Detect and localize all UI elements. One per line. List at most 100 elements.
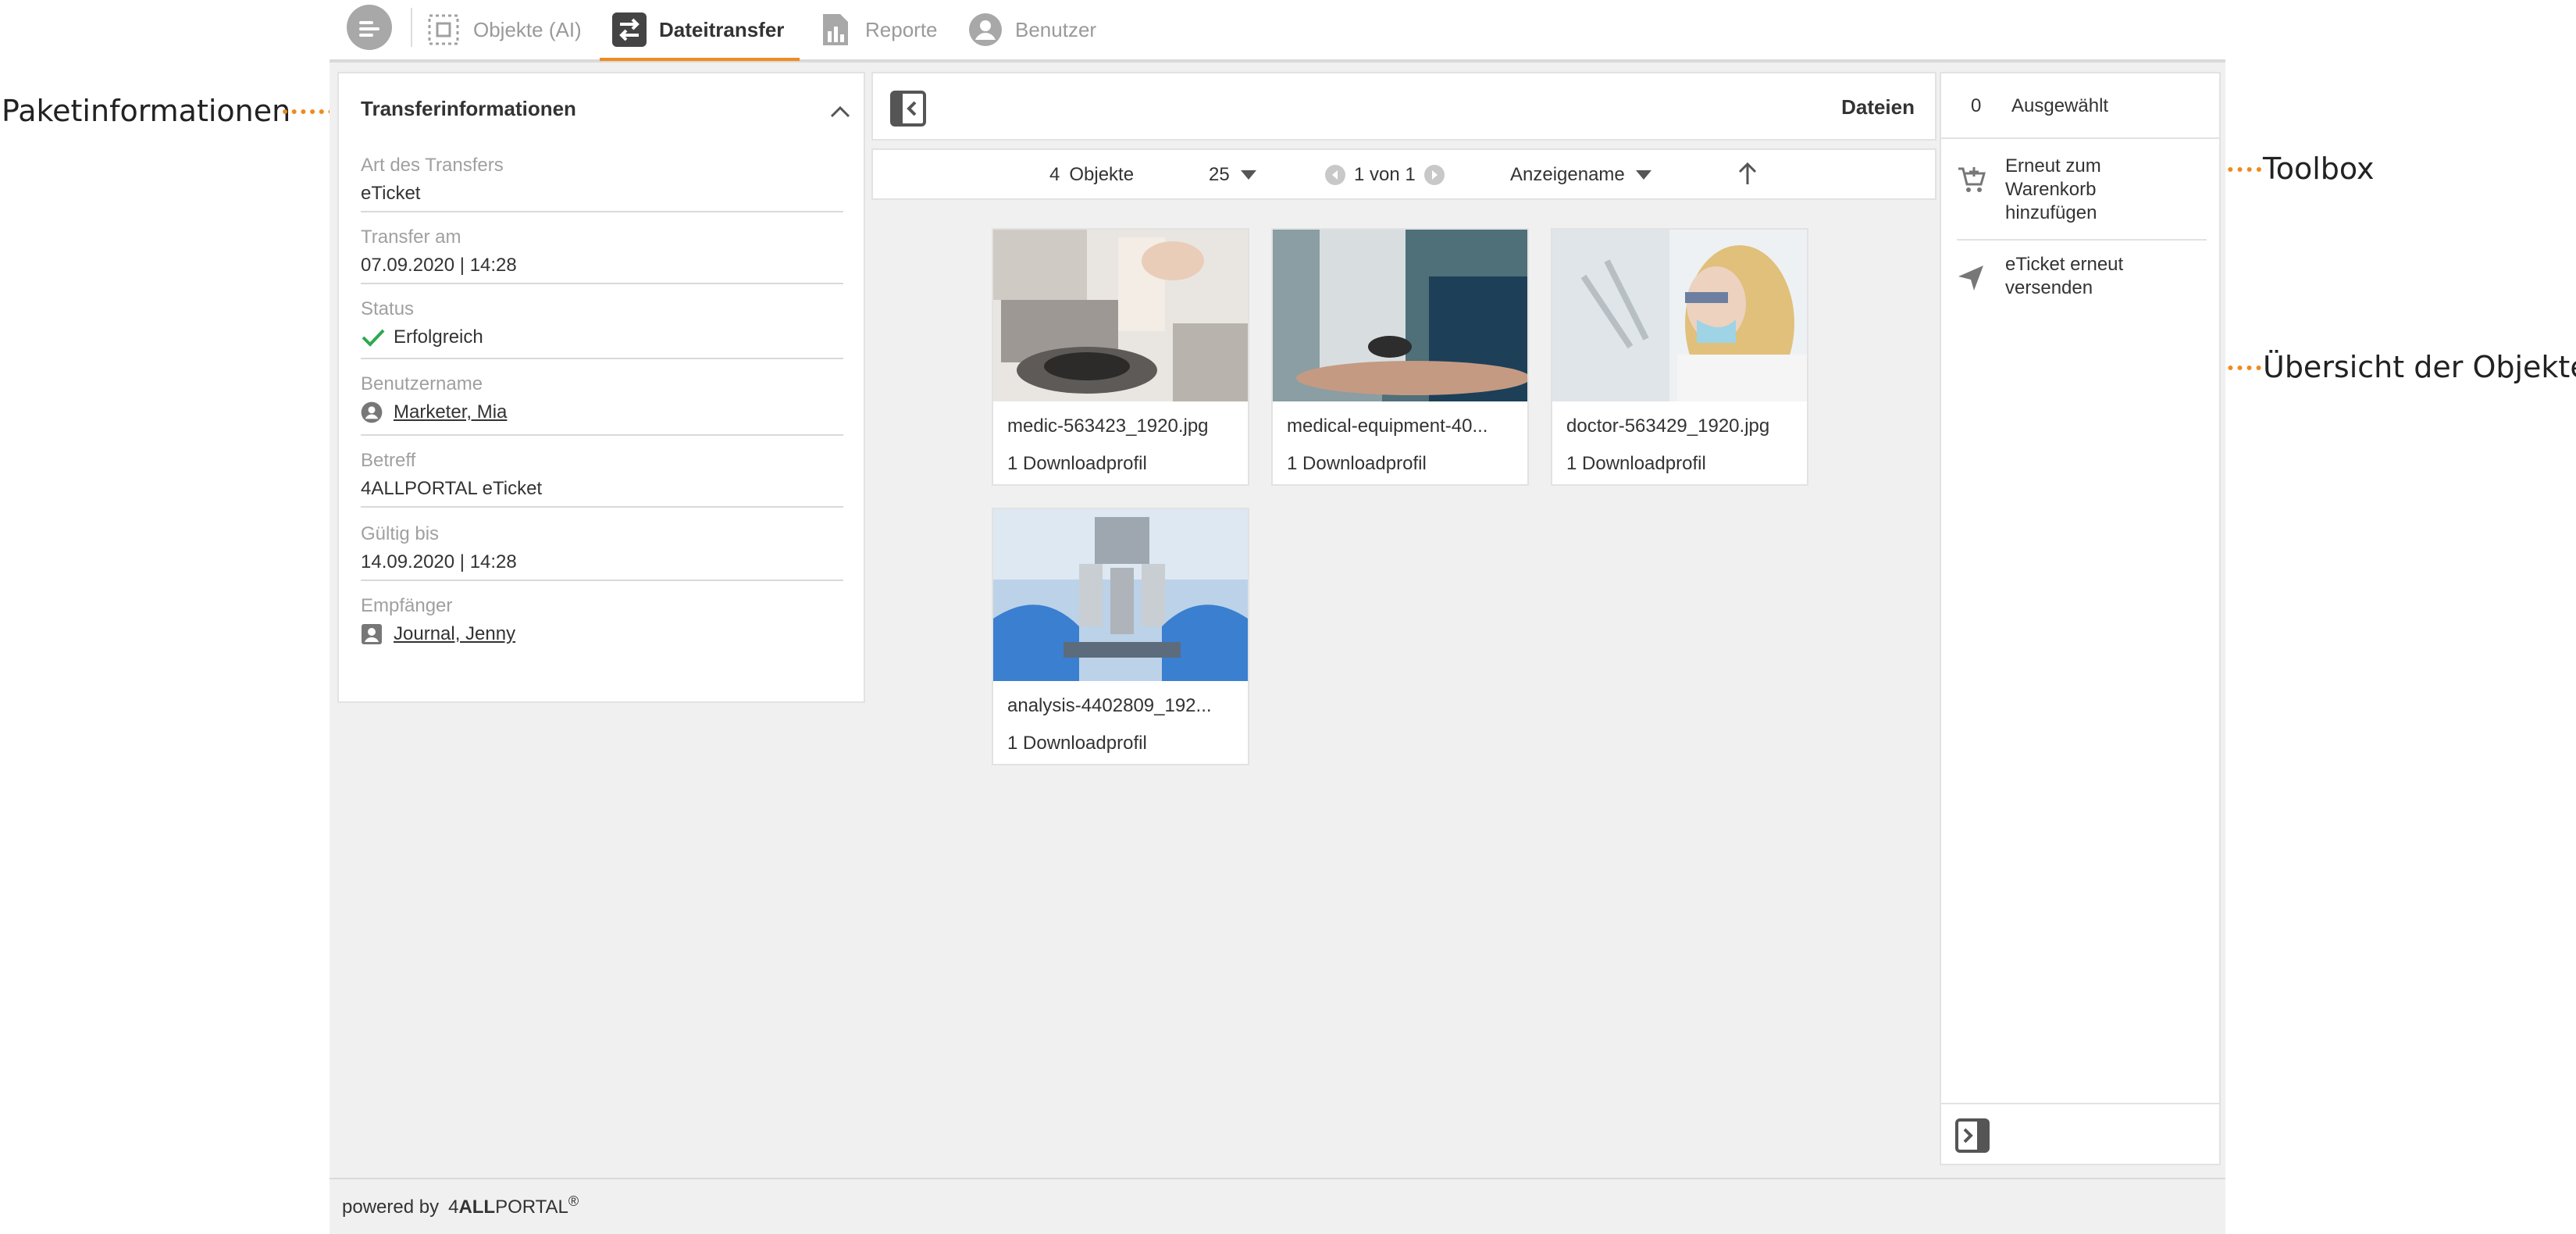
file-thumbnail (1552, 230, 1807, 401)
tool-add-to-cart-label: Erneut zum Warenkorb hinzufügen (2005, 155, 2101, 223)
recipient-link[interactable]: Journal, Jenny (394, 623, 515, 645)
transfer-info-panel: Transferinformationen Art des Transfers … (337, 72, 865, 703)
file-thumbnail (1273, 230, 1527, 401)
file-name: doctor-563429_1920.jpg (1566, 415, 1770, 437)
field-label: Gültig bis (361, 523, 440, 544)
arrow-up-icon (1738, 162, 1757, 184)
file-download-profiles: 1 Downloadprofil (1007, 453, 1147, 474)
field-status: Status Erfolgreich (361, 298, 843, 359)
sort-value: Anzeigename (1510, 164, 1625, 185)
transfer-info-title: Transferinformationen (361, 97, 576, 120)
brand-bold: ALL (458, 1197, 496, 1218)
collapse-right-panel-icon[interactable] (1955, 1118, 1990, 1157)
user-circle-icon (361, 401, 383, 423)
field-value: Marketer, Mia (361, 401, 843, 423)
field-transfer-type: Art des Transfers eTicket (361, 155, 843, 212)
annotation-objects-overview: Übersicht der Objekte (2263, 350, 2576, 384)
field-transfer-date: Transfer am 07.09.2020 | 14:28 (361, 226, 843, 284)
field-value: 14.09.2020 | 14:28 (361, 551, 517, 572)
powered-by: powered by 4ALLPORTAL® (342, 1193, 579, 1218)
file-name: analysis-4402809_192... (1007, 695, 1212, 716)
nav-reporte-label: Reporte (865, 17, 938, 41)
objects-frame-icon (426, 12, 461, 47)
field-value: 4ALLPORTAL eTicket (361, 478, 543, 499)
send-icon (1957, 253, 2005, 316)
checkmark-icon (362, 329, 385, 347)
report-icon (818, 12, 853, 47)
file-card[interactable]: analysis-4402809_192... 1 Downloadprofil (992, 508, 1249, 765)
file-card[interactable]: medical-equipment-40... 1 Downloadprofil (1271, 228, 1529, 486)
per-page-value: 25 (1209, 164, 1230, 185)
file-thumbnail (993, 509, 1248, 681)
toolbox-footer-divider (1941, 1103, 2219, 1104)
nav-objekte-label: Objekte (AI) (473, 17, 582, 41)
field-label: Transfer am (361, 226, 461, 248)
field-value: eTicket (361, 183, 421, 204)
selected-count: 0 (1971, 95, 1982, 116)
field-label: Betreff (361, 450, 416, 471)
selected-label: Ausgewählt (2011, 95, 2109, 116)
toolbox-panel: 0 Ausgewählt Erneut zum Warenkorb hinzuf… (1940, 72, 2221, 1165)
sort-direction-button[interactable] (1737, 161, 1758, 186)
brand-suffix: PORTAL (495, 1197, 568, 1218)
powered-by-text: powered by (342, 1197, 440, 1218)
brand-prefix: 4 (448, 1197, 459, 1218)
top-navigation: Objekte (AI) Dateitransfer Reporte Benut… (330, 0, 2225, 62)
field-value: Erfolgreich (361, 326, 843, 348)
nav-objekte[interactable]: Objekte (AI) (426, 0, 582, 59)
sort-select[interactable]: Anzeigename (1510, 164, 1651, 186)
field-value: 07.09.2020 | 14:28 (361, 255, 517, 276)
file-name: medic-563423_1920.jpg (1007, 415, 1209, 437)
files-title: Dateien (1841, 95, 1915, 119)
field-label: Art des Transfers (361, 155, 504, 176)
pagination: 1 von 1 (1324, 164, 1445, 186)
nav-dateitransfer[interactable]: Dateitransfer (612, 0, 784, 59)
username-link[interactable]: Marketer, Mia (394, 401, 507, 423)
field-value: Journal, Jenny (361, 623, 843, 645)
brand-logo: 4ALLPORTAL® (448, 1193, 579, 1218)
annotation-package-info: Paketinformationen (2, 94, 291, 128)
tool-add-to-cart[interactable]: Erneut zum Warenkorb hinzufügen (1957, 155, 2207, 241)
per-page-select[interactable]: 25 (1209, 164, 1256, 186)
transfer-arrows-icon (612, 12, 647, 47)
file-thumbnail (993, 230, 1248, 401)
selection-summary: 0 Ausgewählt (1941, 73, 2219, 139)
cart-add-icon (1957, 155, 2005, 239)
field-subject: Betreff 4ALLPORTAL eTicket (361, 450, 843, 508)
field-recipient: Empfänger Journal, Jenny (361, 595, 843, 658)
page-text: 1 von 1 (1354, 164, 1416, 185)
file-card[interactable]: medic-563423_1920.jpg 1 Downloadprofil (992, 228, 1249, 486)
files-toolbar: 4 Objekte 25 1 von 1 Anzeigename (871, 148, 1936, 200)
tool-resend-eticket-label: eTicket erneut versenden (2005, 254, 2124, 298)
field-label: Empfänger (361, 595, 453, 616)
field-label: Status (361, 298, 415, 319)
chevron-up-icon[interactable] (829, 105, 851, 123)
annotation-toolbox: Toolbox (2263, 152, 2375, 186)
nav-reporte[interactable]: Reporte (818, 0, 938, 59)
object-count-number: 4 (1049, 164, 1060, 185)
contact-card-icon (362, 624, 382, 644)
prev-page-icon[interactable] (1324, 164, 1346, 186)
footer: powered by 4ALLPORTAL® (330, 1178, 2225, 1234)
brand-mark: ® (568, 1193, 579, 1209)
file-download-profiles: 1 Downloadprofil (1007, 733, 1147, 754)
field-label: Benutzername (361, 373, 483, 394)
nav-benutzer-label: Benutzer (1015, 17, 1097, 41)
file-name: medical-equipment-40... (1287, 415, 1488, 437)
nav-benutzer[interactable]: Benutzer (968, 0, 1096, 59)
object-count-label: Objekte (1069, 164, 1135, 185)
next-page-icon[interactable] (1423, 164, 1445, 186)
tool-resend-eticket[interactable]: eTicket erneut versenden (1957, 253, 2207, 316)
user-circle-icon (968, 12, 1003, 47)
app-window: Objekte (AI) Dateitransfer Reporte Benut… (330, 0, 2225, 1234)
collapse-left-panel-icon[interactable] (890, 91, 926, 130)
field-valid-until: Gültig bis 14.09.2020 | 14:28 (361, 523, 843, 581)
file-download-profiles: 1 Downloadprofil (1566, 453, 1706, 474)
status-text: Erfolgreich (394, 326, 483, 348)
files-header: Dateien (871, 72, 1936, 141)
object-count: 4 Objekte (1049, 164, 1134, 186)
main-menu-button[interactable] (347, 5, 392, 50)
file-download-profiles: 1 Downloadprofil (1287, 453, 1427, 474)
file-card[interactable]: doctor-563429_1920.jpg 1 Downloadprofil (1551, 228, 1808, 486)
active-tab-indicator (600, 58, 800, 61)
